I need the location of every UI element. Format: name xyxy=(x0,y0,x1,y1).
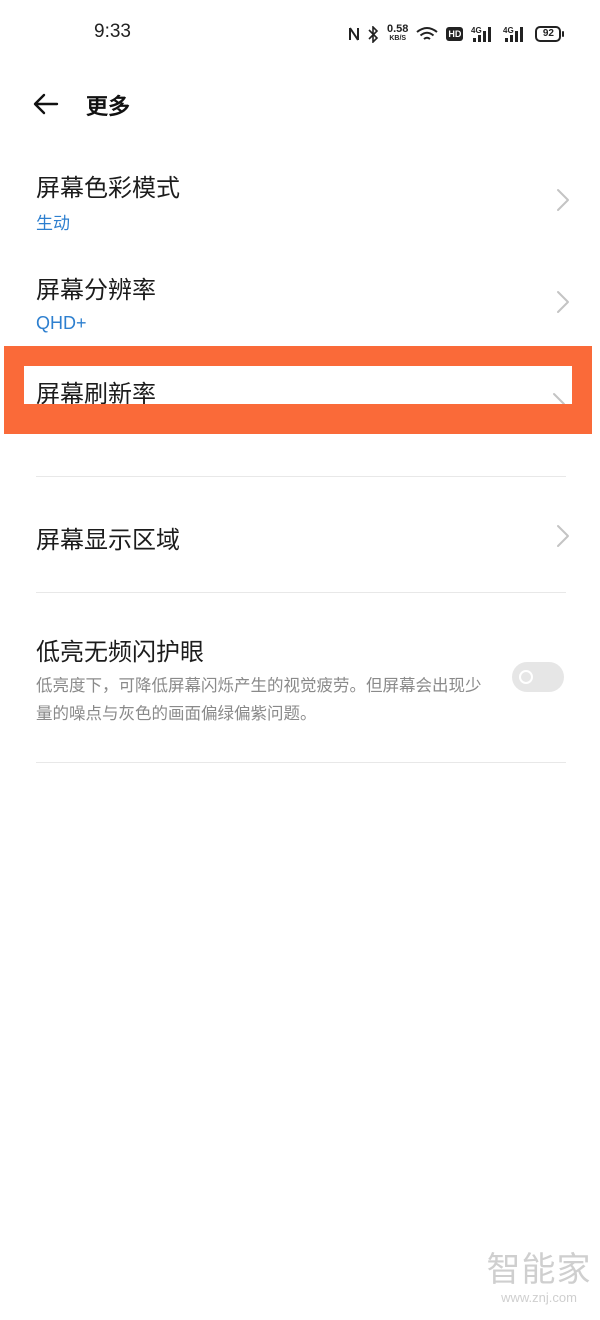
battery-icon: 92 xyxy=(535,26,565,42)
bluetooth-icon xyxy=(368,25,379,43)
net-speed-unit: KB/S xyxy=(389,35,407,42)
low-brightness-toggle[interactable] xyxy=(512,662,564,692)
setting-value: QHD+ xyxy=(36,313,87,333)
watermark-brand: 智能家 xyxy=(486,1250,592,1290)
signal-label: 4G xyxy=(471,26,482,35)
divider xyxy=(36,762,566,763)
setting-title: 屏幕色彩模式 xyxy=(36,174,180,202)
setting-value: 生动 xyxy=(36,214,70,234)
back-arrow-icon[interactable] xyxy=(33,93,59,115)
hd-icon: HD xyxy=(446,27,464,41)
status-icons: 0.58 KB/S HD 4G 4G 92 xyxy=(348,22,565,46)
setting-title: 屏幕分辨率 xyxy=(36,276,156,304)
divider xyxy=(36,476,566,477)
signal-label: 4G xyxy=(503,26,514,35)
divider xyxy=(36,592,566,593)
signal-icon: 4G xyxy=(503,25,527,43)
watermark-url: www.znj.com xyxy=(501,1290,577,1305)
watermark: 智能家 www.znj.com xyxy=(486,1250,592,1306)
chevron-right-icon xyxy=(553,393,565,415)
back-button[interactable] xyxy=(26,84,66,124)
status-time: 9:33 xyxy=(94,21,131,42)
wifi-icon xyxy=(416,26,439,42)
setting-title: 低亮无频闪护眼 xyxy=(36,638,204,666)
chevron-right-icon xyxy=(557,291,569,313)
setting-title: 屏幕刷新率 xyxy=(36,380,156,408)
setting-color-mode[interactable]: 屏幕色彩模式 生动 xyxy=(0,160,600,244)
nfc-icon xyxy=(348,26,360,42)
setting-title: 屏幕显示区域 xyxy=(36,526,180,554)
chevron-right-icon xyxy=(557,525,569,547)
setting-resolution[interactable]: 屏幕分辨率 QHD+ xyxy=(0,262,600,346)
page-title: 更多 xyxy=(86,95,131,120)
setting-description: 低亮度下，可降低屏幕闪烁产生的视觉疲劳。但屏幕会出现少量的噪点与灰色的画面偏绿偏… xyxy=(36,676,482,723)
setting-refresh-rate[interactable]: 屏幕刷新率 xyxy=(0,366,600,415)
toggle-knob xyxy=(519,670,533,684)
status-bar: 9:33 0.58 KB/S HD 4G 4G 92 xyxy=(0,0,600,66)
net-speed-value: 0.58 xyxy=(387,23,409,35)
signal-icon: 4G xyxy=(471,25,495,43)
net-speed: 0.58 KB/S xyxy=(387,23,409,43)
setting-low-brightness: 低亮无频闪护眼 低亮度下，可降低屏幕闪烁产生的视觉疲劳。但屏幕会出现少量的噪点与… xyxy=(0,620,600,740)
header: 更多 xyxy=(0,80,600,128)
chevron-right-icon xyxy=(557,189,569,211)
setting-display-area[interactable]: 屏幕显示区域 xyxy=(0,500,600,572)
